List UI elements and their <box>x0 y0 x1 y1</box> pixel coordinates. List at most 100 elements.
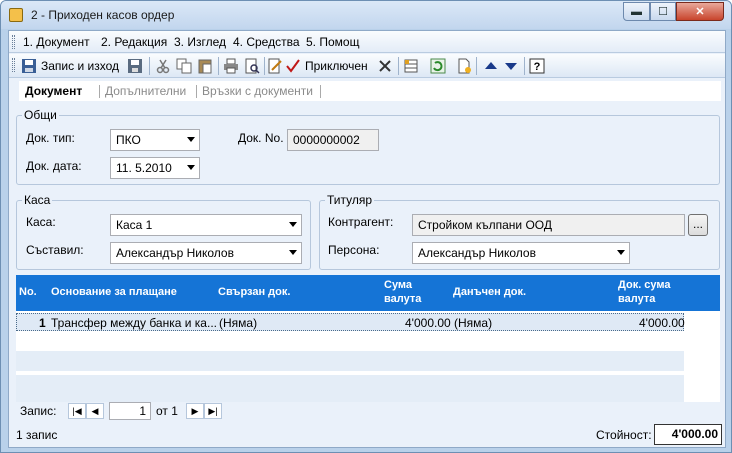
minimize-icon: ▬ <box>631 5 642 18</box>
toolbar-separator <box>476 57 477 75</box>
menu-tools[interactable]: 4. Средства <box>233 35 300 49</box>
person-value: Александър Николов <box>418 246 536 260</box>
print-preview-icon <box>245 58 260 74</box>
last-icon: ▶| <box>208 405 218 416</box>
chevron-down-icon <box>187 137 195 142</box>
lines-grid: No. Основание за плащане Свързан док. Су… <box>16 275 720 402</box>
tab-separator <box>196 85 197 98</box>
menu-document[interactable]: 1. Документ <box>23 35 90 49</box>
cell-basis: Трансфер между банка и ка... <box>51 316 217 330</box>
doc-date-value: 11. 5.2010 <box>116 161 172 175</box>
menu-grip <box>12 35 15 49</box>
save-icon <box>22 59 36 73</box>
close-button[interactable]: ✕ <box>676 2 724 21</box>
maximize-button[interactable]: ☐ <box>650 2 676 21</box>
refresh-button[interactable] <box>430 57 446 75</box>
delete-button[interactable] <box>377 57 393 75</box>
toolbar: Запис и изход Приключен ? <box>9 54 725 78</box>
tab-strip: Документ Допълнителни Връзки с документи <box>19 81 721 101</box>
minimize-button[interactable]: ▬ <box>623 2 650 21</box>
chevron-down-icon <box>289 222 297 227</box>
cell-docsum: 4'000.00 <box>639 316 685 330</box>
menu-edit[interactable]: 2. Редакция <box>101 35 167 49</box>
completed-button[interactable]: Приключен <box>285 57 368 75</box>
save-button[interactable] <box>127 57 143 75</box>
cell-tax: (Няма) <box>454 316 493 330</box>
paste-button[interactable] <box>197 57 213 75</box>
delete-icon <box>379 60 391 72</box>
col-header-docsum[interactable]: Док. сума <box>618 279 671 291</box>
contractor-value: Стройком кълпани ООД <box>418 218 552 232</box>
person-select[interactable]: Александър Николов <box>412 242 630 264</box>
toolbar-separator <box>398 57 399 75</box>
holder-group-title: Титуляр <box>325 193 375 207</box>
cell-amount: 4'000.00 <box>405 316 451 330</box>
empty-row <box>16 351 684 371</box>
pager-of-label: от 1 <box>156 404 178 418</box>
doc-no-field[interactable]: 0000000002 <box>287 129 379 151</box>
cash-value: Каса 1 <box>116 218 153 232</box>
toolbar-separator <box>524 57 525 75</box>
cash-label: Каса: <box>26 215 56 229</box>
tab-links[interactable]: Връзки с документи <box>202 84 313 98</box>
edit-button[interactable] <box>267 57 283 75</box>
new-doc-button[interactable] <box>456 57 472 75</box>
tab-separator <box>320 85 321 98</box>
col-header-tax[interactable]: Данъчен док. <box>453 286 526 298</box>
cash-select[interactable]: Каса 1 <box>110 214 302 236</box>
tab-additional[interactable]: Допълнителни <box>105 84 186 98</box>
refresh-icon <box>430 58 446 74</box>
next-record-button[interactable]: ▶ <box>186 403 204 419</box>
col-header-basis[interactable]: Основание за плащане <box>51 286 177 298</box>
doc-date-picker[interactable]: 11. 5.2010 <box>110 157 200 179</box>
help-button[interactable]: ? <box>529 57 545 75</box>
author-select[interactable]: Александър Николов <box>110 242 302 264</box>
move-up-button[interactable] <box>483 57 499 75</box>
arrow-down-icon <box>505 63 517 70</box>
table-button[interactable] <box>403 57 419 75</box>
toolbar-grip <box>12 58 15 72</box>
col-header-amount[interactable]: Сума <box>384 279 412 291</box>
col-header-linked[interactable]: Свързан док. <box>218 286 290 298</box>
col-header-amount-currency[interactable]: валута <box>384 293 421 305</box>
contractor-browse-button[interactable]: ... <box>688 214 708 236</box>
total-value-text: 4'000.00 <box>671 427 718 441</box>
menu-help[interactable]: 5. Помощ <box>306 35 359 49</box>
copy-button[interactable] <box>176 57 192 75</box>
general-group-title: Общи <box>22 108 59 122</box>
completed-label: Приключен <box>305 59 368 73</box>
menu-view[interactable]: 3. Изглед <box>174 35 226 49</box>
col-header-no[interactable]: No. <box>19 286 37 298</box>
last-record-button[interactable]: ▶| <box>204 403 222 419</box>
table-row[interactable]: 1 Трансфер между банка и ка... (Няма) 4'… <box>16 313 685 331</box>
doc-no-value: 0000000002 <box>293 133 360 147</box>
current-record-input[interactable]: 1 <box>109 402 151 420</box>
cell-linked: (Няма) <box>219 316 258 330</box>
chevron-down-icon <box>617 250 625 255</box>
paste-icon <box>198 59 212 74</box>
prev-record-button[interactable]: ◀ <box>86 403 104 419</box>
total-value: 4'000.00 <box>654 424 722 445</box>
grid-header: No. Основание за плащане Свързан док. Су… <box>16 275 720 311</box>
tab-document[interactable]: Документ <box>25 84 82 98</box>
pager-label: Запис: <box>20 404 57 418</box>
cut-button[interactable] <box>155 57 171 75</box>
doc-type-select[interactable]: ПКО <box>110 129 200 151</box>
save-exit-button[interactable]: Запис и изход <box>21 57 119 75</box>
move-down-button[interactable] <box>503 57 519 75</box>
window-title: 2 - Приходен касов ордер <box>31 8 175 22</box>
empty-row <box>16 375 684 402</box>
print-button[interactable] <box>223 57 239 75</box>
table-icon <box>404 59 418 73</box>
record-count: 1 запис <box>16 428 58 442</box>
contractor-field[interactable]: Стройком кълпани ООД <box>412 214 685 236</box>
cash-group-title: Каса <box>22 193 53 207</box>
app-icon <box>9 8 23 22</box>
first-record-button[interactable]: |◀ <box>68 403 86 419</box>
preview-button[interactable] <box>244 57 260 75</box>
doc-no-label: Док. No. <box>238 131 284 145</box>
col-header-docsum-currency[interactable]: валута <box>618 293 655 305</box>
cut-icon <box>156 59 170 74</box>
doc-type-label: Док. тип: <box>26 131 75 145</box>
tab-separator <box>99 85 100 98</box>
